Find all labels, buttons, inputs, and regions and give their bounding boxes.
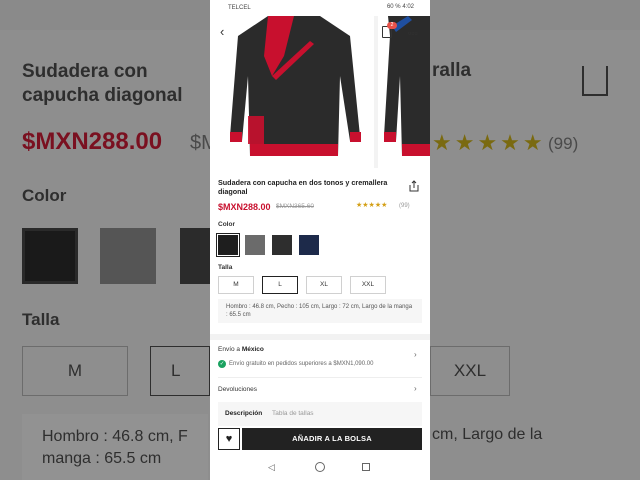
size-option-xl[interactable]: XL [306, 276, 342, 294]
color-swatch-black[interactable] [216, 233, 240, 257]
product-price: $MXN288.00 [218, 202, 271, 212]
nav-home-icon[interactable] [315, 462, 325, 472]
tab-description[interactable]: Descripción [225, 410, 262, 417]
android-navbar: ◁ [210, 456, 430, 480]
chevron-right-icon[interactable]: › [414, 384, 417, 393]
color-swatch-black-blue[interactable] [299, 235, 319, 255]
time-label: 4:02 [402, 4, 414, 10]
size-measurements: Hombro : 46.8 cm, Pecho : 105 cm, Largo … [218, 299, 422, 323]
background-reviews: (99) [548, 134, 579, 153]
check-icon: ✓ [218, 360, 226, 368]
shipping-destination[interactable]: Envío a México [218, 346, 264, 353]
background-swatch [22, 228, 78, 284]
share-icon[interactable] [409, 180, 419, 192]
status-right: 60 % 4:02 [387, 4, 414, 10]
background-measure-line: manga : 65.5 cm [42, 450, 162, 467]
hoodie-image [230, 16, 361, 156]
detail-tabs: Descripción Tabla de tallas [218, 402, 422, 426]
status-bar: TELCEL 60 % 4:02 [210, 0, 430, 16]
hoodie-image-next [384, 16, 430, 156]
size-label: Talla [218, 264, 233, 271]
size-option-l[interactable]: L [262, 276, 298, 294]
background-size-label: Talla [22, 310, 60, 329]
background-title: Sudadera con capucha diagonal [22, 61, 183, 106]
product-image-next[interactable] [378, 16, 430, 168]
free-shipping-note: Envío gratuito en pedidos superiores a $… [229, 361, 374, 367]
carrier-label: TELCEL [228, 5, 251, 11]
color-swatch-black-gray[interactable] [272, 235, 292, 255]
background-right-title: ralla [432, 60, 472, 81]
original-price: $MXN365.60 [276, 203, 314, 210]
row-divider [218, 377, 422, 378]
background-measurements: Hombro : 46.8 cm, F manga : 65.5 cm [22, 414, 208, 480]
shipping-country: México [241, 346, 264, 353]
color-label: Color [218, 221, 235, 228]
back-icon[interactable]: ‹ [220, 24, 224, 39]
background-color-label: Color [22, 186, 67, 205]
wishlist-heart-icon[interactable]: ♥ [218, 428, 240, 450]
phone-screen: TELCEL 60 % 4:02 ‹ 2 ▫▫▫ Sudadera con ca… [210, 0, 430, 480]
product-title: Sudadera con capucha en dos tonos y crem… [218, 178, 388, 196]
background-stars: ★★★★★ [432, 130, 546, 155]
product-image[interactable] [210, 16, 374, 168]
bag-count-badge: 2 [387, 22, 397, 29]
rating-stars[interactable]: ★★★★★ [356, 201, 387, 209]
chevron-right-icon[interactable]: › [414, 350, 417, 359]
color-swatch-gray[interactable] [245, 235, 265, 255]
background-swatch [100, 228, 156, 284]
returns-link[interactable]: Devoluciones [218, 386, 257, 393]
shipping-prefix: Envío a [218, 346, 242, 353]
nav-recent-apps-icon[interactable] [362, 463, 370, 471]
background-share-icon [582, 66, 608, 96]
background-price: $MXN288.00 [22, 128, 163, 155]
background-size: M [22, 346, 128, 396]
size-option-m[interactable]: M [218, 276, 254, 294]
add-to-bag-button[interactable]: AÑADIR A LA BOLSA [242, 428, 422, 450]
section-divider [210, 334, 430, 340]
background-size: XXL [430, 346, 510, 396]
background-measure-line: Hombro : 46.8 cm, F [42, 428, 188, 445]
more-options-icon[interactable]: ▫▫▫ [408, 28, 418, 38]
review-count[interactable]: (99) [399, 203, 410, 209]
background-size: L [150, 346, 210, 396]
product-gallery[interactable] [210, 16, 430, 168]
tab-size-chart[interactable]: Tabla de tallas [272, 410, 314, 417]
background-measure-right: cm, Largo de la [432, 426, 543, 443]
nav-back-icon[interactable]: ◁ [268, 462, 275, 473]
size-option-xxl[interactable]: XXL [350, 276, 386, 294]
battery-label: 60 % [386, 4, 401, 10]
